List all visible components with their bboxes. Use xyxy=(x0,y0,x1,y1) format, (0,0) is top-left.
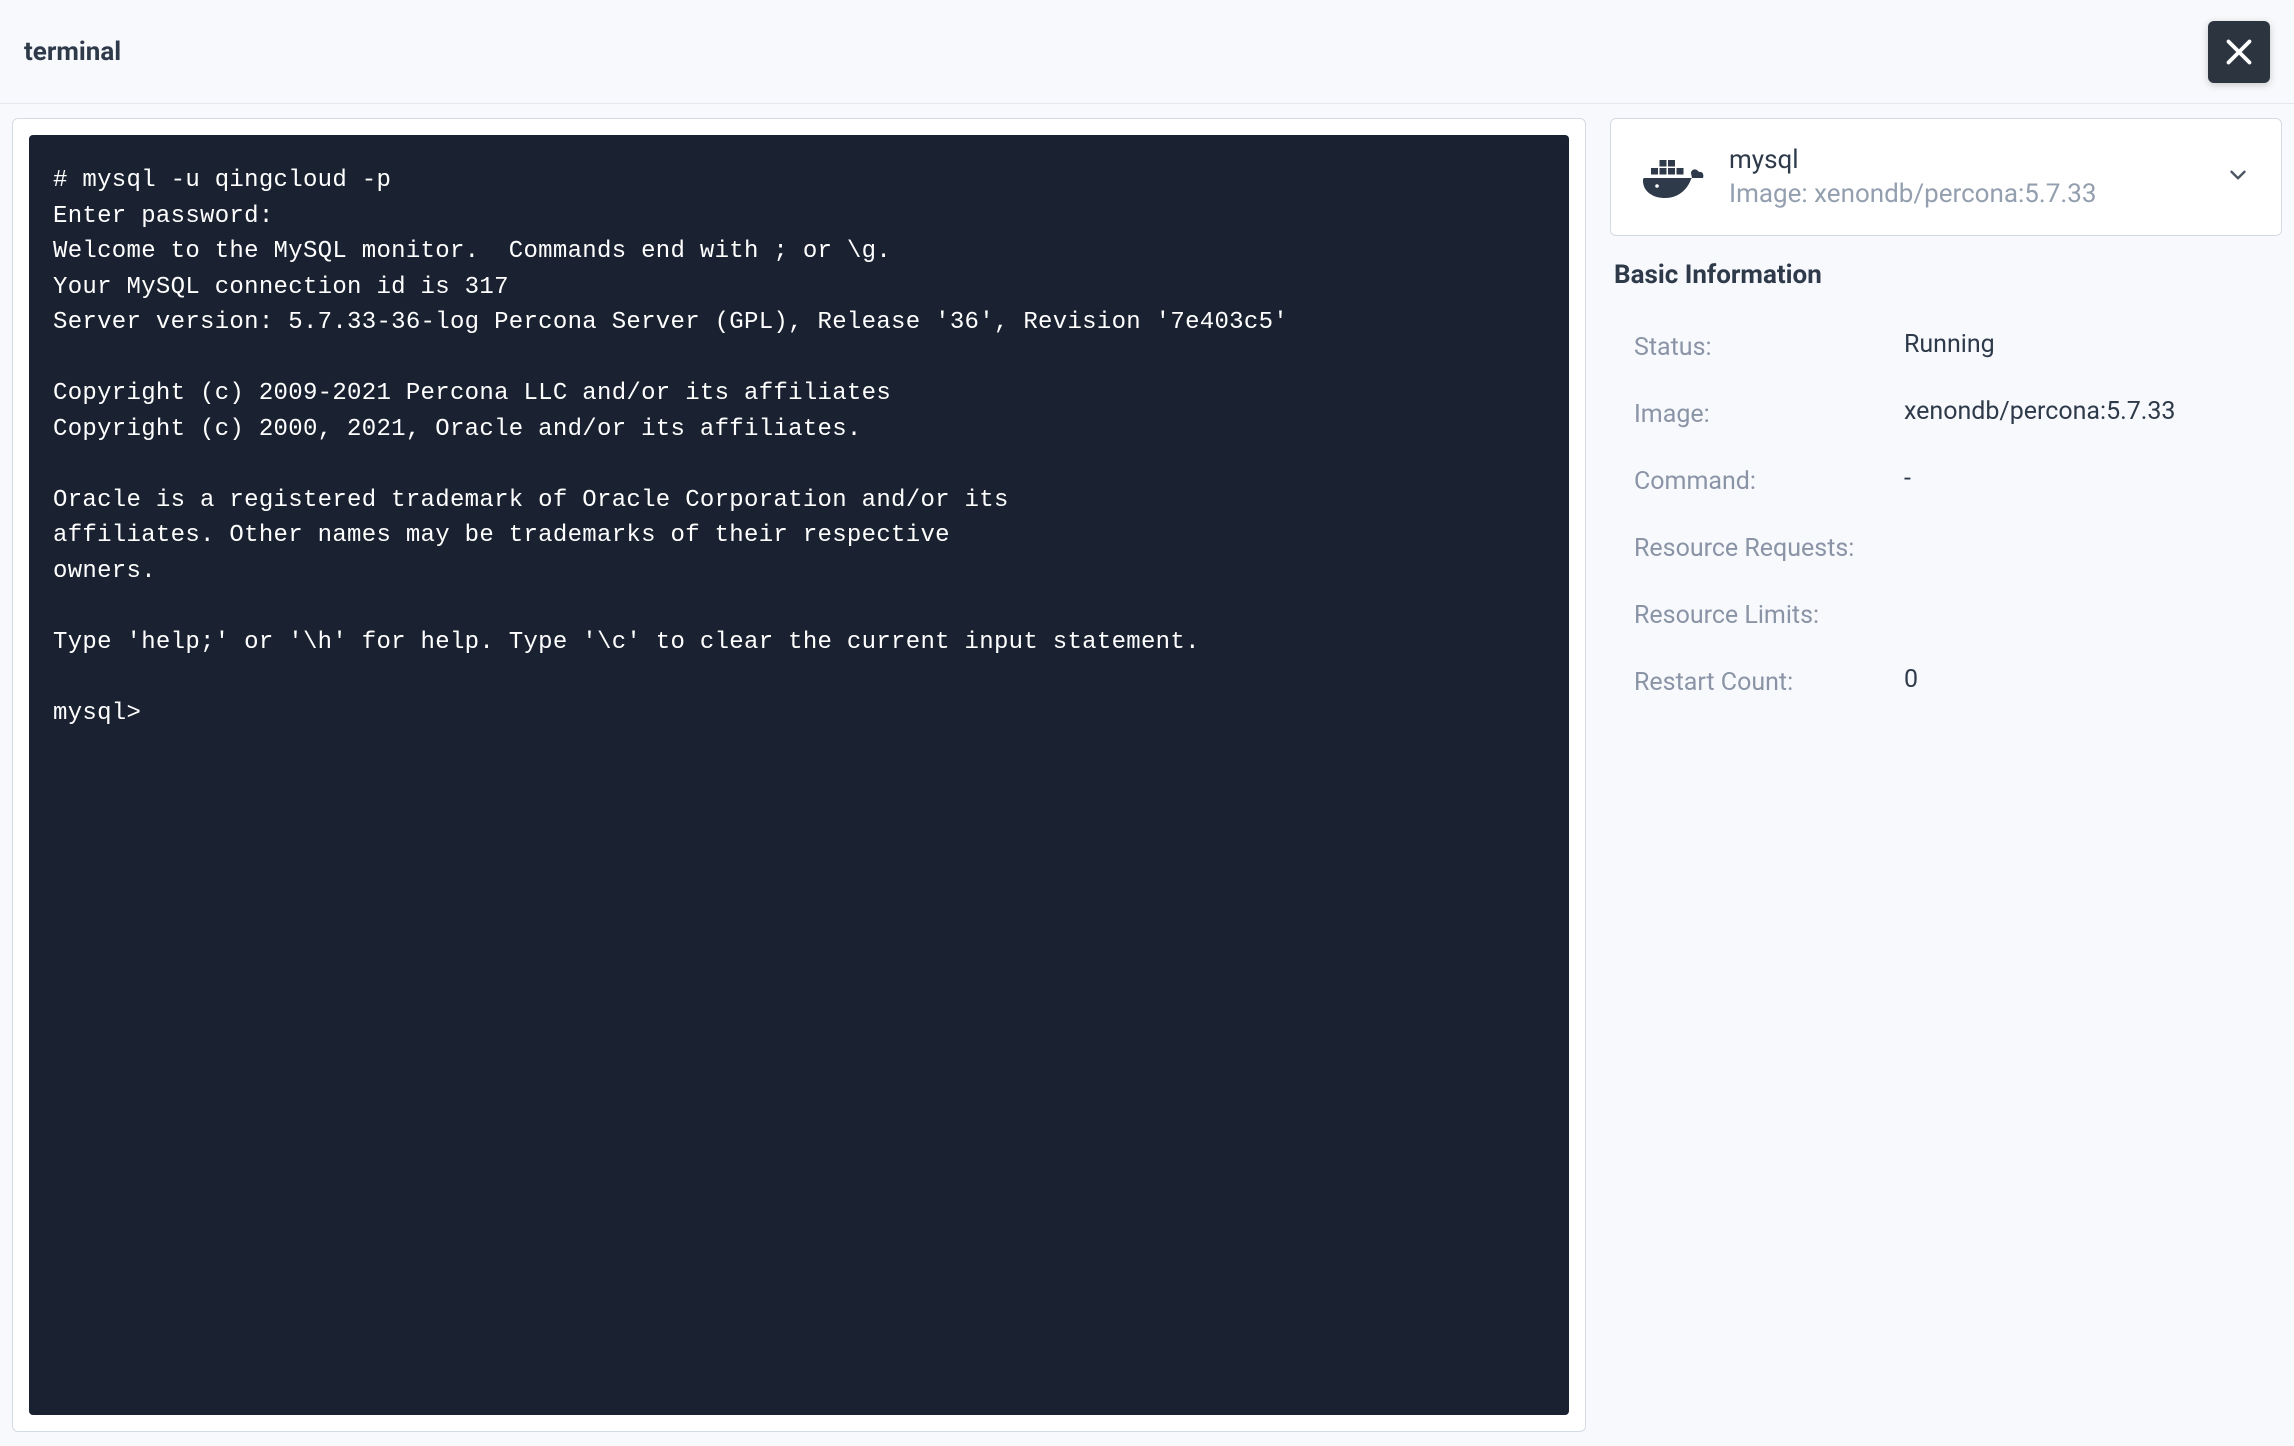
info-row-restart-count: Restart Count: 0 xyxy=(1634,649,2272,716)
header: terminal xyxy=(0,0,2294,104)
info-row-command: Command: - xyxy=(1634,448,2272,515)
info-value: - xyxy=(1904,464,2272,493)
info-label: Image: xyxy=(1634,397,1904,432)
info-value: 0 xyxy=(1904,665,2272,694)
info-row-resource-requests: Resource Requests: xyxy=(1634,515,2272,582)
terminal-panel: # mysql -u qingcloud -p Enter password: … xyxy=(12,118,1586,1432)
close-button[interactable] xyxy=(2208,21,2270,83)
container-info: mysql Image: xenondb/percona:5.7.33 xyxy=(1729,145,2201,209)
basic-info-title: Basic Information xyxy=(1610,260,2282,290)
info-label: Restart Count: xyxy=(1634,665,1904,700)
info-label: Command: xyxy=(1634,464,1904,499)
info-row-status: Status: Running xyxy=(1634,314,2272,381)
chevron-down-icon xyxy=(2225,162,2251,188)
info-row-resource-limits: Resource Limits: xyxy=(1634,582,2272,649)
info-row-image: Image: xenondb/percona:5.7.33 xyxy=(1634,381,2272,448)
header-title: terminal xyxy=(24,37,121,67)
docker-icon xyxy=(1641,154,1705,200)
side-panel: mysql Image: xenondb/percona:5.7.33 Basi… xyxy=(1610,118,2282,1432)
chevron-down-button[interactable] xyxy=(2225,162,2251,192)
info-label: Status: xyxy=(1634,330,1904,365)
info-label: Resource Limits: xyxy=(1634,598,1904,633)
terminal-output[interactable]: # mysql -u qingcloud -p Enter password: … xyxy=(29,135,1569,1415)
container-card[interactable]: mysql Image: xenondb/percona:5.7.33 xyxy=(1610,118,2282,236)
main-content: # mysql -u qingcloud -p Enter password: … xyxy=(0,104,2294,1446)
basic-info-table: Status: Running Image: xenondb/percona:5… xyxy=(1610,314,2282,716)
close-icon xyxy=(2221,34,2257,70)
info-value: xenondb/percona:5.7.33 xyxy=(1904,397,2272,426)
info-label: Resource Requests: xyxy=(1634,531,1904,566)
info-value: Running xyxy=(1904,330,2272,359)
container-name: mysql xyxy=(1729,145,2201,175)
container-image-label: Image: xenondb/percona:5.7.33 xyxy=(1729,179,2201,209)
